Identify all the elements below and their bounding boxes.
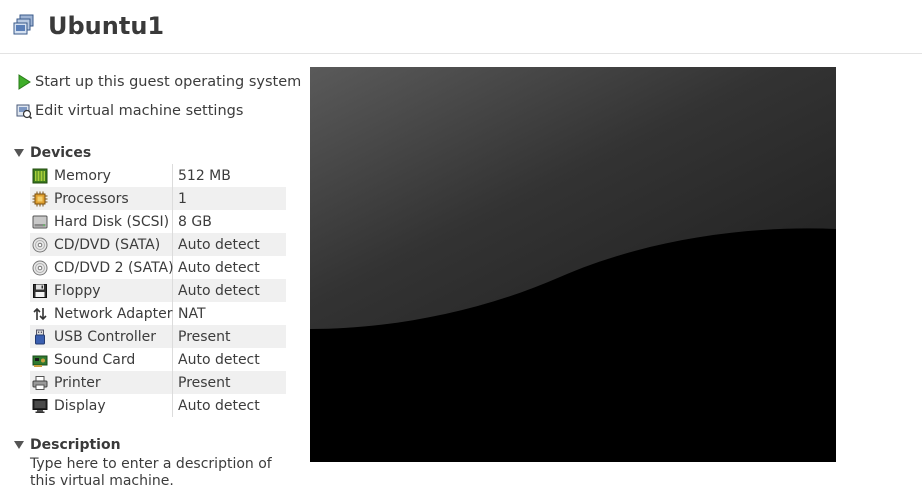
vm-screen-thumbnail: [310, 67, 836, 462]
hard-disk-icon: [32, 215, 48, 228]
device-name: CD/DVD (SATA): [54, 236, 161, 253]
device-value: 1: [178, 190, 187, 207]
device-row-hard-disk[interactable]: Hard Disk (SCSI) 8 GB: [30, 210, 286, 233]
device-row-memory[interactable]: Memory 512 MB: [30, 164, 286, 187]
cd-dvd-icon: [32, 237, 48, 252]
device-row-floppy[interactable]: Floppy Auto detect: [30, 279, 286, 302]
device-value: Auto detect: [178, 236, 260, 253]
page-title: Ubuntu1: [48, 12, 165, 40]
floppy-icon: [33, 283, 47, 298]
description-field[interactable]: Type here to enter a description of this…: [30, 456, 280, 490]
device-name: Sound Card: [54, 351, 136, 368]
start-guest-os-link[interactable]: Start up this guest operating system: [16, 72, 301, 92]
collapse-triangle-icon: [14, 149, 24, 157]
devices-list: Memory 512 MB Processors 1 Hard Disk (SC…: [30, 164, 286, 417]
device-row-usb-controller[interactable]: USB Controller Present: [30, 325, 286, 348]
device-value: Auto detect: [178, 397, 260, 414]
device-name: Hard Disk (SCSI): [54, 213, 170, 230]
device-value: 8 GB: [178, 213, 212, 230]
memory-icon: [32, 168, 48, 183]
settings-icon: [16, 104, 32, 119]
devices-heading: Devices: [30, 145, 92, 161]
vm-screen-preview[interactable]: [310, 67, 836, 462]
usb-icon: [35, 329, 45, 344]
device-name: Processors: [54, 190, 129, 207]
device-value: Auto detect: [178, 351, 260, 368]
device-name: Floppy: [54, 282, 101, 299]
display-icon: [32, 398, 48, 413]
device-row-display[interactable]: Display Auto detect: [30, 394, 286, 417]
collapse-triangle-icon: [14, 441, 24, 449]
device-value: Present: [178, 328, 231, 345]
device-name: Network Adapter: [54, 305, 173, 322]
network-adapter-icon: [33, 307, 47, 320]
vm-icon: [13, 14, 34, 35]
device-value: Auto detect: [178, 282, 260, 299]
device-row-network-adapter[interactable]: Network Adapter NAT: [30, 302, 286, 325]
device-value: 512 MB: [178, 167, 231, 184]
device-name: Display: [54, 397, 106, 414]
play-icon: [18, 74, 31, 90]
device-value: Auto detect: [178, 259, 260, 276]
device-name: CD/DVD 2 (SATA): [54, 259, 174, 276]
devices-section-toggle[interactable]: Devices: [14, 145, 91, 161]
device-value: Present: [178, 374, 231, 391]
device-name: Printer: [54, 374, 101, 391]
start-guest-os-label: Start up this guest operating system: [35, 74, 302, 90]
edit-vm-settings-label: Edit virtual machine settings: [35, 103, 244, 119]
printer-icon: [32, 375, 48, 390]
description-heading: Description: [30, 437, 121, 453]
device-name: USB Controller: [54, 328, 157, 345]
device-row-printer[interactable]: Printer Present: [30, 371, 286, 394]
description-section-toggle[interactable]: Description: [14, 437, 121, 453]
device-row-processors[interactable]: Processors 1: [30, 187, 286, 210]
device-value: NAT: [178, 305, 206, 322]
sound-card-icon: [32, 355, 48, 367]
vm-header: Ubuntu1: [0, 0, 922, 54]
cd-dvd-icon: [32, 260, 48, 275]
device-name: Memory: [54, 167, 111, 184]
device-row-cd-dvd[interactable]: CD/DVD (SATA) Auto detect: [30, 233, 286, 256]
edit-vm-settings-link[interactable]: Edit virtual machine settings: [16, 101, 243, 121]
device-row-cd-dvd-2[interactable]: CD/DVD 2 (SATA) Auto detect: [30, 256, 286, 279]
device-row-sound-card[interactable]: Sound Card Auto detect: [30, 348, 286, 371]
processor-icon: [32, 191, 48, 206]
